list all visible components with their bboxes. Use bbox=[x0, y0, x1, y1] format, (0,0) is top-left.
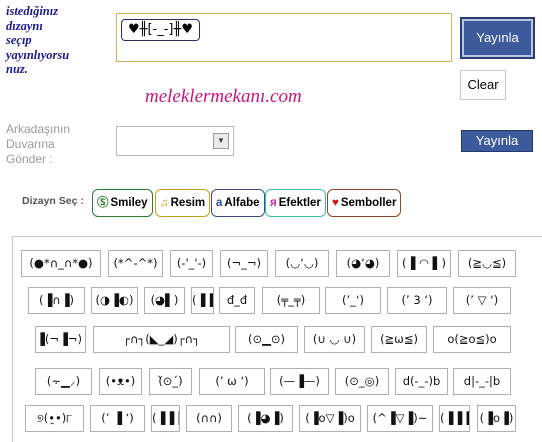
instructions-line: nuz. bbox=[6, 62, 28, 76]
emoticon-button[interactable]: (-'_'-) bbox=[170, 250, 213, 277]
tab-semboller[interactable]: ♥ Semboller bbox=[327, 189, 402, 217]
tab-label: Smiley bbox=[110, 197, 148, 209]
emoticon-button[interactable]: (≧◡≦) bbox=[458, 250, 516, 277]
emoticon-button[interactable]: (’_‘) bbox=[325, 287, 381, 314]
letter-a-icon: a bbox=[216, 197, 223, 209]
friend-wall-label: Arkadaşının Duvarına Gönder : bbox=[6, 122, 116, 167]
emoticon-button[interactable]: (╤_╤) bbox=[262, 287, 320, 314]
emoticon-button[interactable]: (◑▐◐) bbox=[91, 287, 138, 314]
instructions-line: yayınlıyorsu bbox=[6, 47, 70, 62]
tab-label: Resim bbox=[170, 197, 206, 209]
emoticon-button[interactable]: d|-_-|b bbox=[453, 368, 511, 395]
emoticon-button[interactable]: ୭(•̯•)୮ bbox=[25, 405, 84, 432]
emoticon-button[interactable]: (•ᴥ•) bbox=[99, 368, 142, 395]
emoticon-button[interactable]: (▐▐▐) bbox=[191, 287, 214, 314]
emoticon-button[interactable]: (≧ω≦) bbox=[371, 326, 427, 353]
instructions-line: istedığinız bbox=[6, 4, 59, 18]
friend-wall-label-line: Arkadaşının bbox=[6, 122, 71, 136]
tab-efektler[interactable]: я Efektler bbox=[265, 189, 326, 217]
tab-label: Semboller bbox=[340, 197, 397, 209]
emoticon-button[interactable]: (’ 3 ‘) bbox=[387, 287, 447, 314]
emoticon-button[interactable]: (̀⊙_́) bbox=[149, 368, 192, 395]
status-text: ♥╫[-_-]╫♥ bbox=[121, 19, 200, 41]
emoticon-button[interactable]: (●*∩_∩*●) bbox=[21, 250, 101, 277]
emoticon-button[interactable]: (⊙_◎) bbox=[335, 368, 389, 395]
emoticon-button[interactable]: (^▐▽▐)~ bbox=[367, 405, 433, 432]
emoticon-button[interactable]: (—▐—) bbox=[270, 368, 329, 395]
emoticon-grid: (●*∩_∩*●) (*^-^*) (-'_'-) (¬_¬) (◡‘◡) (◕… bbox=[12, 236, 542, 442]
reversed-r-icon: я bbox=[270, 197, 277, 209]
instructions-line: dızaynı bbox=[6, 18, 43, 33]
design-select-label: Dizayn Seç : bbox=[22, 195, 84, 207]
emoticon-button[interactable]: (◕‘◕) bbox=[336, 250, 390, 277]
tab-smiley[interactable]: Ⓢ Smiley bbox=[92, 189, 153, 217]
chevron-down-icon[interactable]: ▼ bbox=[213, 133, 229, 149]
emoticon-button[interactable]: ▐(¬▐¬)▐ bbox=[35, 326, 86, 353]
emoticon-button[interactable]: (*^-^*) bbox=[108, 250, 163, 277]
status-input[interactable]: ♥╫[-_-]╫♥ bbox=[116, 13, 452, 62]
emoticon-button[interactable]: đ_đ bbox=[219, 287, 255, 314]
emoticon-button[interactable]: (⊙▁⊙) bbox=[235, 326, 298, 353]
emoticon-button[interactable]: o(≧o≦)o bbox=[433, 326, 511, 353]
emoticon-button[interactable]: ┌∩┐(◣_◢)┌∩┐ bbox=[93, 326, 230, 353]
publish-status-button[interactable]: Yayınla bbox=[460, 17, 535, 59]
emoticon-button[interactable]: (▐o▽▐)o bbox=[299, 405, 361, 432]
emoticon-button[interactable]: (▐▐▐) bbox=[439, 405, 470, 432]
emoticon-button[interactable]: (’ ▽ ‘) bbox=[453, 287, 511, 314]
tab-resim[interactable]: ♫ Resim bbox=[155, 189, 211, 217]
emoticon-button[interactable]: (∪ ◡ ∪) bbox=[304, 326, 365, 353]
friend-wall-label-line: Duvarına bbox=[6, 137, 55, 151]
emoticon-button[interactable]: (▐▐▐) bbox=[151, 405, 180, 432]
emoticon-button[interactable]: (▐∩▐) bbox=[28, 287, 85, 314]
emoticon-button[interactable]: (’ ▐ ‘) bbox=[90, 405, 145, 432]
publish-friend-wall-button[interactable]: Yayınla bbox=[461, 130, 533, 152]
tab-label: Efektler bbox=[278, 197, 321, 209]
instructions-line: seçıp bbox=[6, 33, 32, 47]
emoticon-button[interactable]: (⸟▁⸝) bbox=[35, 368, 92, 395]
friend-select[interactable]: ▼ bbox=[116, 126, 234, 156]
site-watermark: meleklermekanı.com bbox=[145, 86, 302, 107]
friend-wall-label-line: Gönder : bbox=[6, 152, 53, 166]
emoticon-button[interactable]: (’ ω ‘) bbox=[199, 368, 265, 395]
tab-alfabe[interactable]: a Alfabe bbox=[211, 189, 265, 217]
clear-button[interactable]: Clear bbox=[460, 70, 506, 100]
emoticon-button[interactable]: (▐◕▐) bbox=[238, 405, 293, 432]
emoticon-button[interactable]: (◡‘◡) bbox=[275, 250, 329, 277]
emoticon-button[interactable]: (◕▌) bbox=[144, 287, 185, 314]
tab-label: Alfabe bbox=[224, 197, 260, 209]
emoticon-button[interactable]: (¬_¬) bbox=[220, 250, 268, 277]
emoticon-button[interactable]: (▐o▐) bbox=[477, 405, 516, 432]
instructions-text: istedığinız dızaynı seçıp yayınlıyorsu n… bbox=[6, 4, 106, 77]
emoticon-button[interactable]: (∩∩) bbox=[186, 405, 232, 432]
heart-icon: ♥ bbox=[332, 197, 339, 209]
music-note-icon: ♫ bbox=[160, 197, 169, 209]
emoticon-button[interactable]: d(-_-)b bbox=[395, 368, 448, 395]
smiley-icon: Ⓢ bbox=[97, 197, 109, 209]
emoticon-button[interactable]: (▐ ◠ ▌) bbox=[397, 250, 451, 277]
